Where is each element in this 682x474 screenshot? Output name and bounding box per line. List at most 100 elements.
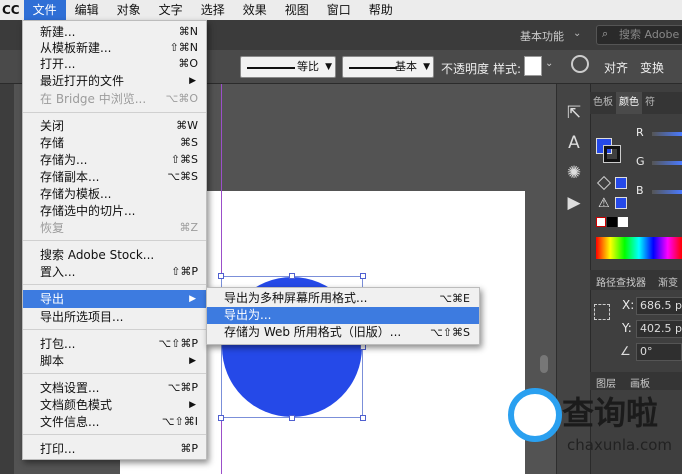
menu-item-export-for-screens[interactable]: 导出为多种屏幕所用格式... ⌥⌘E — [207, 290, 479, 307]
none-swatch[interactable] — [596, 217, 606, 227]
menu-type[interactable]: 文字 — [150, 0, 192, 20]
menu-item-revert[interactable]: 恢复 ⌘Z — [23, 220, 206, 236]
reference-point-icon[interactable] — [594, 304, 610, 320]
menu-item-save-as[interactable]: 存储为... ⇧⌘S — [23, 152, 206, 168]
y-input[interactable]: 402.5 px — [636, 320, 682, 338]
shortcut: ⇧⌘S — [170, 153, 198, 166]
menu-effect[interactable]: 效果 — [234, 0, 276, 20]
menu-item-save-slices[interactable]: 存储选中的切片... — [23, 203, 206, 219]
channel-r-slider[interactable] — [652, 132, 682, 136]
menu-item-browse-bridge[interactable]: 在 Bridge 中浏览... ⌥⌘O — [23, 91, 206, 107]
white-swatch[interactable] — [618, 217, 628, 227]
menu-item-new[interactable]: 新建... ⌘N — [23, 24, 206, 40]
menu-select[interactable]: 选择 — [192, 0, 234, 20]
menu-item-label: 脚本 — [40, 354, 65, 368]
menu-item-place[interactable]: 置入... ⇧⌘P — [23, 264, 206, 280]
chevron-down-icon[interactable]: ⌄ — [573, 28, 581, 39]
stroke-profile-label: 等比 — [297, 60, 319, 73]
watermark-logo-icon — [508, 388, 562, 442]
stroke-swatch[interactable] — [603, 145, 621, 163]
chevron-down-icon: ▼ — [423, 62, 430, 72]
channel-g-slider[interactable] — [652, 161, 682, 165]
character-icon[interactable]: A — [557, 128, 591, 158]
menu-view[interactable]: 视图 — [276, 0, 318, 20]
menu-item-save[interactable]: 存储 ⌘S — [23, 135, 206, 151]
menu-separator — [23, 112, 206, 113]
menu-item-print[interactable]: 打印... ⌘P — [23, 441, 206, 457]
menu-item-scripts[interactable]: 脚本 ▶ — [23, 353, 206, 369]
stroke-line-preview — [247, 67, 295, 69]
menu-item-save-for-web[interactable]: 存储为 Web 所用格式（旧版）... ⌥⇧⌘S — [207, 324, 479, 341]
menu-item-label: 导出为... — [224, 308, 272, 322]
menu-item-document-color-mode[interactable]: 文档颜色模式 ▶ — [23, 397, 206, 413]
resize-handle[interactable] — [289, 415, 295, 421]
color-spectrum[interactable] — [596, 237, 682, 259]
sun-icon[interactable]: ✺ — [557, 158, 591, 188]
menu-separator — [23, 284, 206, 285]
app-menu[interactable]: CC — [0, 0, 24, 20]
style-swatch[interactable] — [524, 56, 542, 76]
menu-item-label: 导出所选项目... — [40, 310, 124, 324]
menu-item-file-info[interactable]: 文件信息... ⌥⇧⌘I — [23, 414, 206, 430]
menu-separator — [23, 434, 206, 435]
stroke-profile-dropdown[interactable]: 等比 ▼ — [240, 56, 336, 78]
menu-item-search-stock[interactable]: 搜索 Adobe Stock... — [23, 247, 206, 263]
menu-item-label: 最近打开的文件 — [40, 74, 125, 88]
menu-item-export[interactable]: 导出 ▶ — [23, 290, 206, 308]
menu-item-label: 文档颜色模式 — [40, 398, 113, 412]
vertical-scrollbar[interactable] — [540, 355, 548, 373]
play-icon[interactable]: ▶ — [557, 188, 591, 218]
brush-dropdown[interactable]: 基本 ▼ — [342, 56, 434, 78]
menu-item-open[interactable]: 打开... ⌘O — [23, 56, 206, 72]
align-button[interactable]: 对齐 — [604, 59, 628, 76]
menu-item-save-copy[interactable]: 存储副本... ⌥⌘S — [23, 169, 206, 185]
resize-handle[interactable] — [289, 273, 295, 279]
shortcut: ⌥⌘S — [167, 170, 198, 183]
tab-symbols[interactable]: 符 — [642, 92, 658, 114]
menu-item-save-as-template[interactable]: 存储为模板... — [23, 186, 206, 202]
angle-input[interactable]: 0° — [636, 343, 682, 361]
watermark-url: chaxunla.com — [567, 436, 672, 454]
black-swatch[interactable] — [607, 217, 617, 227]
brush-label: 基本 — [395, 60, 417, 73]
menu-item-document-setup[interactable]: 文档设置... ⌥⌘P — [23, 380, 206, 396]
export-icon[interactable]: ⇱ — [557, 98, 591, 128]
menu-item-label: 搜索 Adobe Stock... — [40, 248, 155, 262]
menu-item-label: 从模板新建... — [40, 41, 112, 55]
search-input[interactable]: 搜索 Adobe — [596, 25, 682, 45]
opacity-link[interactable]: 不透明度 — [441, 60, 489, 77]
submenu-arrow-icon: ▶ — [189, 356, 196, 366]
menu-item-close[interactable]: 关闭 ⌘W — [23, 118, 206, 134]
brush-line-preview — [349, 67, 397, 69]
resize-handle[interactable] — [218, 273, 224, 279]
chevron-down-icon[interactable]: ⌄ — [545, 58, 553, 69]
transform-button[interactable]: 变换 — [640, 59, 664, 76]
resize-handle[interactable] — [360, 273, 366, 279]
channel-b-slider[interactable] — [652, 190, 682, 194]
resize-handle[interactable] — [218, 415, 224, 421]
gamut-swatch[interactable] — [615, 177, 627, 189]
menu-object[interactable]: 对象 — [108, 0, 150, 20]
menu-item-export-as[interactable]: 导出为... — [207, 307, 479, 324]
menu-window[interactable]: 窗口 — [318, 0, 360, 20]
resize-handle[interactable] — [360, 415, 366, 421]
workspace-switcher[interactable]: 基本功能 — [520, 28, 564, 44]
menu-item-open-recent[interactable]: 最近打开的文件 ▶ — [23, 73, 206, 89]
menu-item-label: 打开... — [40, 57, 76, 71]
tab-pathfinder[interactable]: 路径查找器 — [596, 274, 646, 289]
tab-gradient[interactable]: 渐变 — [658, 274, 678, 289]
menu-file[interactable]: 文件 — [23, 0, 66, 20]
recolor-icon[interactable] — [571, 55, 589, 73]
menu-edit[interactable]: 编辑 — [66, 0, 108, 20]
tab-color[interactable]: 颜色 — [616, 92, 642, 114]
menu-item-new-from-template[interactable]: 从模板新建... ⇧⌘N — [23, 40, 206, 56]
x-input[interactable]: 686.5 px — [636, 297, 682, 315]
channel-b-label: B — [636, 184, 644, 197]
menu-item-export-selection[interactable]: 导出所选项目... — [23, 309, 206, 325]
websafe-swatch[interactable] — [615, 197, 627, 209]
menu-item-package[interactable]: 打包... ⌥⇧⌘P — [23, 336, 206, 352]
menu-separator — [23, 373, 206, 374]
shortcut: ⌥⇧⌘P — [158, 337, 198, 350]
menu-help[interactable]: 帮助 — [360, 0, 402, 20]
tab-swatches[interactable]: 色板 — [590, 92, 616, 114]
